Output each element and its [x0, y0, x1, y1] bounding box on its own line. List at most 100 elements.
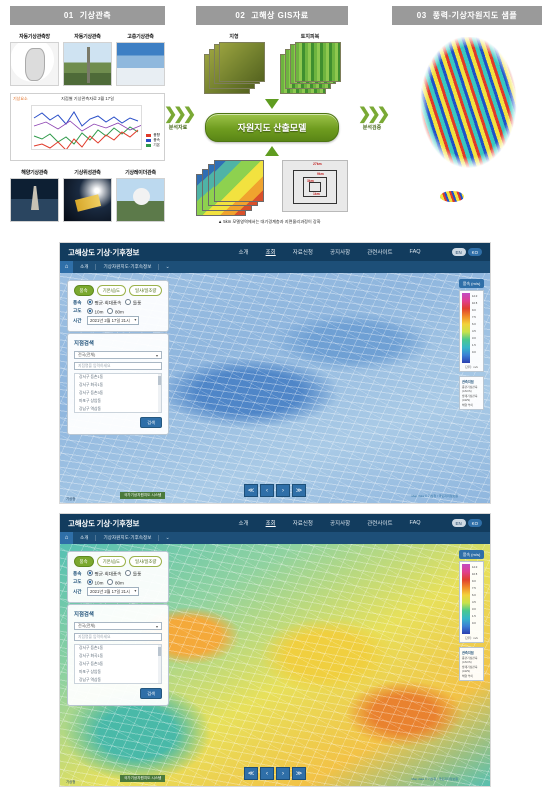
list-item[interactable]: 강서구 등촌1동: [75, 374, 161, 382]
chart-plot-area: [31, 105, 142, 150]
station-legend-row: 종관기상관측 (ASOS): [462, 656, 478, 665]
station-search-input[interactable]: 지점명을 입력하세요: [74, 362, 162, 370]
radio-height-10m[interactable]: 10m: [87, 308, 103, 315]
lang-ko-button[interactable]: KO: [467, 519, 482, 527]
radio-gust[interactable]: 돌풍: [125, 570, 141, 578]
layer-control-panel: 풍속 기온/습도 일사/일조량 풍속 평균·최대풍속 돌풍 고도 10m 80m: [67, 280, 169, 332]
tab-temp-humidity[interactable]: 기온/습도: [96, 285, 127, 296]
station-search-input[interactable]: 지점명을 입력하세요: [74, 633, 162, 641]
map-viewport-temperature[interactable]: 풍속 기온/습도 일사/일조량 풍속 평균·최대풍속 돌풍 고도 10m 80m: [60, 544, 490, 786]
search-button[interactable]: 검색: [140, 417, 162, 428]
region-select[interactable]: 전국(전체): [74, 351, 162, 359]
lang-en-button[interactable]: EN: [451, 248, 466, 256]
landcover-stack-image: [280, 42, 341, 94]
row-time: 시간 2021년 2월 17일 21시: [73, 316, 163, 325]
step-forward-icon[interactable]: ›: [276, 484, 290, 497]
step-forward-icon[interactable]: ›: [276, 767, 290, 780]
language-switch: EN KO: [451, 519, 482, 527]
skip-back-icon[interactable]: ≪: [244, 767, 258, 780]
column-01-title: 기상관측: [79, 11, 112, 20]
site-brand: 고해상도 기상·기후정보: [68, 518, 140, 528]
list-item[interactable]: 강서구 등촌3동: [75, 661, 161, 669]
breadcrumb-item-current[interactable]: 기상자원지도·기후속정보: [96, 535, 160, 541]
nav-item-links[interactable]: 관련사이트: [367, 248, 392, 256]
tab-solar[interactable]: 일사/일조량: [129, 556, 163, 567]
radio-mean-max-wind[interactable]: 평균·최대풍속: [87, 570, 121, 578]
nav-item-notice[interactable]: 공지사항: [330, 248, 350, 256]
lang-ko-button[interactable]: KO: [467, 248, 482, 256]
skip-forward-icon[interactable]: ≫: [292, 484, 306, 497]
list-item[interactable]: 강서구 등촌3동: [75, 390, 161, 398]
region-select[interactable]: 전국(전체): [74, 622, 162, 630]
nav-item-faq[interactable]: FAQ: [410, 520, 421, 526]
row-label: 고도: [73, 579, 82, 585]
connector-label: 분석검증: [362, 125, 382, 131]
list-scrollbar[interactable]: [157, 374, 161, 412]
tick-label: 4.5: [472, 601, 476, 604]
list-item[interactable]: 강서구 등촌1동: [75, 645, 161, 653]
legend-footer: 단위 : m/s: [465, 636, 478, 640]
nav-item-notice[interactable]: 공지사항: [330, 519, 350, 527]
map-viewport-wind[interactable]: 풍속 기온/습도 일사/일조량 풍속 평균·최대풍속 돌풍 고도 10m 80m: [60, 273, 490, 503]
breadcrumb-item-intro[interactable]: 소개: [73, 264, 97, 270]
nested-domain-diagram: 27km 9km 3km 1km: [282, 160, 348, 212]
nav-item-faq[interactable]: FAQ: [410, 249, 421, 255]
datetime-select[interactable]: 2021년 2월 17일 21시: [87, 316, 139, 325]
row-wind-speed: 풍속 평균·최대풍속 돌풍: [73, 299, 163, 307]
list-item[interactable]: 강남구 역삼동: [75, 405, 161, 412]
tab-wind-speed[interactable]: 풍속: [73, 285, 94, 296]
skip-forward-icon[interactable]: ≫: [292, 767, 306, 780]
home-icon[interactable]: ⌂: [60, 261, 73, 273]
step-back-icon[interactable]: ‹: [260, 484, 274, 497]
row-label: 풍속: [73, 570, 82, 576]
step-back-icon[interactable]: ‹: [260, 767, 274, 780]
nav-item-intro[interactable]: 소개: [238, 519, 248, 527]
nav-item-request[interactable]: 자료신청: [293, 519, 313, 527]
nav-item-links[interactable]: 관련사이트: [367, 519, 392, 527]
list-item[interactable]: 강서구 화곡1동: [75, 653, 161, 661]
tab-wind-speed[interactable]: 풍속: [73, 556, 94, 567]
tick-label: 10.5: [472, 573, 478, 576]
nav-item-view[interactable]: 조회: [266, 248, 276, 256]
station-legend-row: 방재기상관측 (AWS): [462, 393, 478, 403]
radio-mean-max-wind[interactable]: 평균·최대풍속: [87, 299, 121, 307]
datetime-select[interactable]: 2021년 2월 17일 21시: [87, 587, 139, 596]
radio-height-10m[interactable]: 10m: [87, 579, 103, 586]
list-scrollbar[interactable]: [157, 645, 161, 683]
thumb-satellite: 기상위성관측: [63, 169, 112, 222]
nav-links: 소개 조회 자료신청 공지사항 관련사이트 FAQ EN KO: [238, 519, 482, 527]
list-item[interactable]: 마포구 상암동: [75, 397, 161, 405]
skip-back-icon[interactable]: ≪: [244, 484, 258, 497]
list-item[interactable]: 마포구 상암동: [75, 668, 161, 676]
nav-item-request[interactable]: 자료신청: [293, 248, 313, 256]
radio-gust[interactable]: 돌풍: [125, 299, 141, 307]
radio-height-80m[interactable]: 80m: [107, 579, 124, 586]
thumb-aws-network: 자동기상관측망: [10, 33, 59, 86]
radio-height-80m[interactable]: 80m: [107, 308, 124, 315]
breadcrumb: ⌂ 소개 기상자원지도·기후속정보 ⌄: [60, 261, 490, 273]
radio-label: 10m: [94, 309, 104, 315]
legend-label: 풍속: [153, 138, 160, 142]
chevron-down-icon[interactable]: ⌄: [159, 535, 176, 541]
map-attribution: Map data © 기상청 / 국토지리정보원: [411, 494, 459, 498]
station-result-list[interactable]: 강서구 등촌1동 강서구 화곡1동 강서구 등촌3동 마포구 상암동 강남구 역…: [74, 644, 162, 684]
map-attribution: Map data © 기상청 / 국토지리정보원: [411, 777, 459, 781]
tab-solar[interactable]: 일사/일조량: [129, 285, 163, 296]
search-button[interactable]: 검색: [140, 688, 162, 699]
lang-en-button[interactable]: EN: [451, 519, 466, 527]
breadcrumb-item-current[interactable]: 기상자원지도·기후속정보: [96, 264, 160, 270]
nav-item-view[interactable]: 조회: [266, 519, 276, 527]
column-02-header: 02 고해상 GIS자료: [196, 6, 348, 25]
station-result-list[interactable]: 강서구 등촌1동 강서구 화곡1동 강서구 등촌3동 마포구 상암동 강남구 역…: [74, 373, 162, 413]
home-icon[interactable]: ⌂: [60, 532, 73, 544]
tick-label: 10.5: [472, 302, 478, 305]
chevron-down-icon[interactable]: ⌄: [159, 264, 176, 270]
gis-lower-row: 27km 9km 3km 1km: [196, 160, 348, 216]
station-legend-row: 방재기상관측 (AWS): [462, 664, 478, 674]
tab-temp-humidity[interactable]: 기온/습도: [96, 556, 127, 567]
radio-label: 평균·최대풍속: [94, 571, 122, 577]
list-item[interactable]: 강남구 역삼동: [75, 676, 161, 683]
nav-item-intro[interactable]: 소개: [238, 248, 248, 256]
list-item[interactable]: 강서구 화곡1동: [75, 382, 161, 390]
breadcrumb-item-intro[interactable]: 소개: [73, 535, 97, 541]
